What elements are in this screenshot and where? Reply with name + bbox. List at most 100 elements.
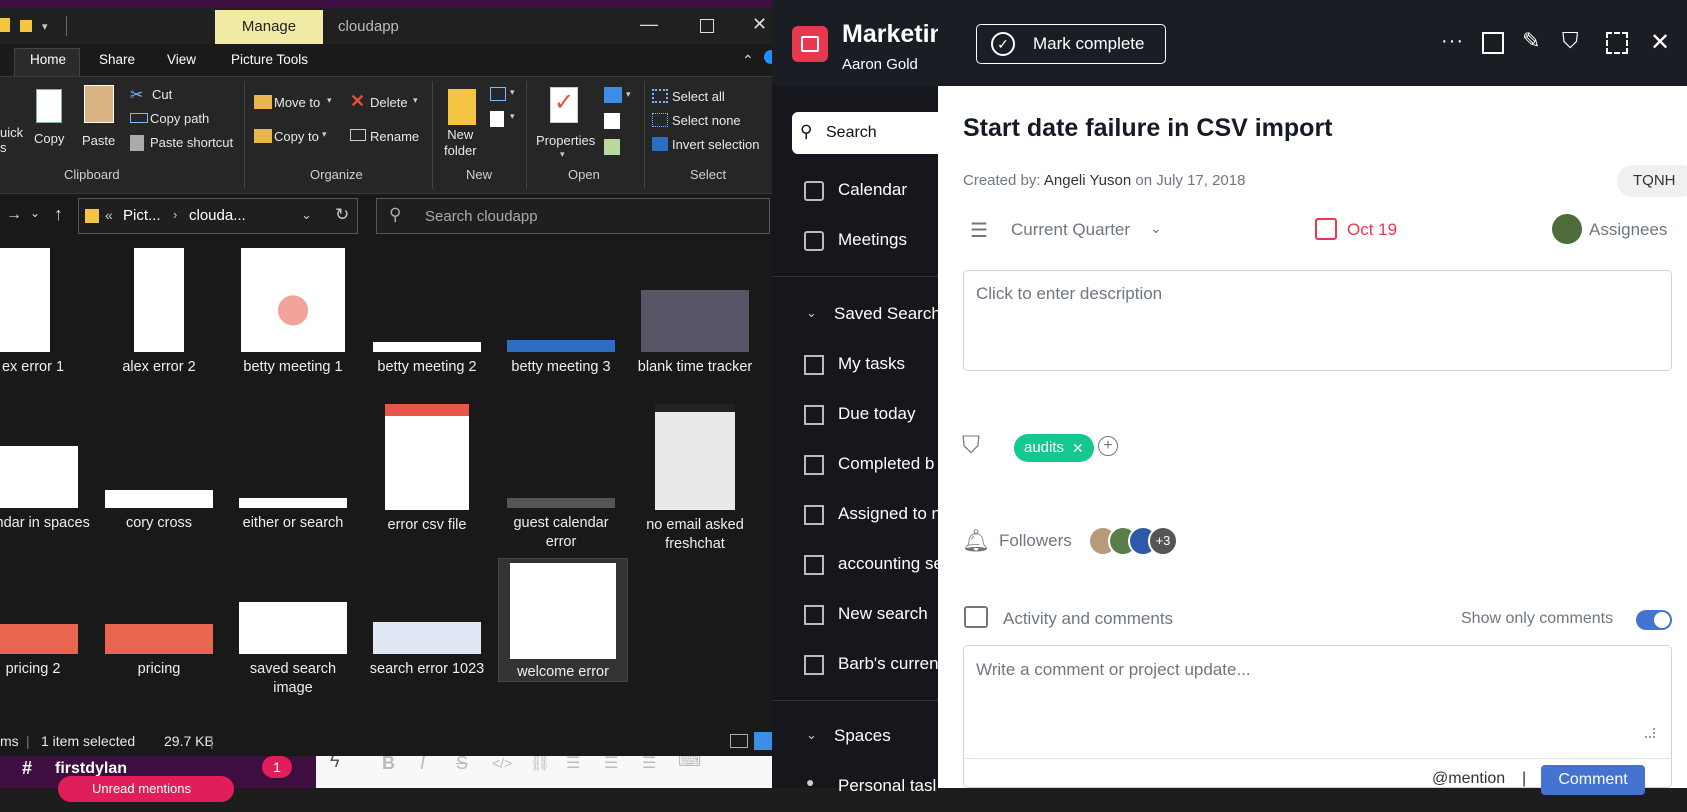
close-icon[interactable]: ✕	[752, 14, 767, 35]
file-item[interactable]: alex error 2	[96, 248, 222, 377]
saved-new-search[interactable]: New search	[772, 590, 938, 640]
spaces-header[interactable]: ⌄ Spaces	[772, 712, 938, 762]
file-item[interactable]: search error 1023	[364, 570, 490, 679]
tab-picture-tools[interactable]: Picture Tools	[231, 52, 308, 67]
assignees-button[interactable]: Assignees	[1589, 220, 1667, 240]
quick-folder-icon[interactable]	[20, 20, 32, 32]
copy-button[interactable]: Copy	[34, 131, 64, 146]
cut-icon[interactable]: ✂	[130, 85, 143, 105]
properties-icon[interactable]: ✓	[550, 87, 578, 123]
copy-path-button[interactable]: Copy path	[150, 111, 209, 126]
copy-icon[interactable]	[36, 89, 62, 123]
file-item[interactable]: error csv file	[364, 404, 490, 535]
fullscreen-icon[interactable]	[1606, 32, 1628, 54]
chevron-down-icon[interactable]: ▾	[42, 20, 48, 33]
quote-icon[interactable]: ☰	[642, 753, 656, 773]
cut-button[interactable]: Cut	[152, 87, 172, 102]
minimize-icon[interactable]: —	[640, 14, 658, 35]
close-pane-icon[interactable]: ✕	[1650, 28, 1670, 57]
new-item-icon[interactable]	[490, 87, 506, 101]
tab-view[interactable]: View	[167, 52, 196, 67]
paste-icon[interactable]	[84, 85, 114, 123]
maximize-icon[interactable]	[700, 19, 714, 33]
file-item[interactable]: cory cross	[96, 404, 222, 533]
tag-chip[interactable]: audits ✕	[1014, 434, 1094, 462]
mark-complete-button[interactable]: ✓ Mark complete	[976, 24, 1166, 64]
search-input[interactable]: ⚲ Search cloudapp	[376, 198, 770, 234]
select-all-button[interactable]: Select all	[672, 89, 725, 104]
project-title[interactable]: Marketin	[842, 20, 945, 49]
saved-completed[interactable]: Completed b	[772, 440, 938, 490]
file-item[interactable]: betty meeting 1	[230, 248, 356, 377]
rename-icon[interactable]	[350, 129, 366, 141]
move-to-button[interactable]: Move to	[274, 95, 320, 110]
nav-personal-tasks[interactable]: ● Personal tasl	[772, 762, 938, 812]
file-item[interactable]: ex error 1	[0, 248, 96, 377]
subtask-icon[interactable]	[1482, 32, 1504, 54]
paste-shortcut-button[interactable]: Paste shortcut	[150, 135, 233, 150]
created-name[interactable]: Angeli Yuson	[1044, 172, 1131, 189]
file-item[interactable]: alendar in spaces	[0, 404, 96, 533]
file-item[interactable]: either or search	[230, 404, 356, 533]
breadcrumb-cloudapp[interactable]: clouda...	[189, 207, 246, 224]
file-item[interactable]: pricing 2	[0, 570, 96, 679]
forward-arrow-icon[interactable]: →	[6, 206, 22, 224]
breadcrumb-more[interactable]: «	[105, 207, 113, 223]
attachment-icon[interactable]: ✎	[1522, 28, 1540, 54]
select-none-icon[interactable]	[652, 113, 668, 127]
bullets-icon[interactable]: ☰	[604, 753, 618, 773]
recent-chevron-icon[interactable]: ⌄	[30, 206, 40, 220]
chevron-down-icon[interactable]: ▾	[322, 129, 327, 140]
tags-icon[interactable]: ⛉	[1562, 28, 1579, 54]
link-icon[interactable]: ⛓	[530, 753, 550, 773]
file-item[interactable]: no email asked freshchat	[632, 404, 758, 554]
chevron-down-icon[interactable]: ▾	[560, 149, 565, 160]
unread-mentions-button[interactable]: Unread mentions	[58, 776, 234, 802]
manage-tab[interactable]: Manage	[215, 10, 323, 44]
chevron-down-icon[interactable]: ▾	[510, 111, 515, 122]
copy-to-icon[interactable]	[254, 129, 272, 143]
file-item[interactable]: betty meeting 2	[364, 248, 490, 377]
bold-icon[interactable]: B	[382, 753, 395, 774]
task-title[interactable]: Start date failure in CSV import	[963, 114, 1333, 143]
add-tag-icon[interactable]: +	[1098, 436, 1118, 456]
easy-access-icon[interactable]	[490, 111, 504, 127]
chevron-down-icon[interactable]: ▾	[413, 95, 418, 106]
select-none-button[interactable]: Select none	[672, 113, 741, 128]
remove-tag-icon[interactable]: ✕	[1072, 434, 1084, 462]
invert-selection-button[interactable]: Invert selection	[672, 137, 759, 152]
resize-handle-icon[interactable]	[1645, 728, 1655, 738]
paste-shortcut-icon[interactable]	[130, 135, 144, 151]
mention-button[interactable]: @mention	[1432, 770, 1505, 788]
copy-path-icon[interactable]	[130, 113, 148, 123]
large-icons-view-icon[interactable]	[754, 732, 772, 750]
file-item[interactable]: betty meeting 3	[498, 248, 624, 377]
saved-assigned[interactable]: Assigned to n	[772, 490, 941, 540]
saved-searches-header[interactable]: ⌄ Saved Searche	[772, 290, 950, 340]
file-item[interactable]: pricing	[96, 570, 222, 679]
nav-meetings[interactable]: Meetings	[772, 216, 938, 266]
due-date[interactable]: Oct 19	[1347, 220, 1397, 240]
new-folder-icon[interactable]	[448, 89, 476, 125]
comment-button[interactable]: Comment	[1541, 765, 1645, 795]
chevron-down-icon[interactable]: ⌄	[1150, 220, 1162, 237]
more-icon[interactable]: ···	[1441, 30, 1464, 53]
history-icon[interactable]	[604, 139, 620, 155]
file-item[interactable]: saved search image	[230, 570, 356, 698]
delete-button[interactable]: Delete	[370, 95, 408, 110]
saved-my-tasks[interactable]: My tasks	[772, 340, 938, 390]
tab-home-label[interactable]: Home	[30, 52, 66, 67]
collapse-ribbon-icon[interactable]: ⌃	[742, 52, 754, 69]
saved-barbs-current[interactable]: Barb's curren	[772, 640, 939, 690]
address-dropdown-icon[interactable]: ⌄	[301, 207, 312, 223]
code-icon[interactable]: </>	[492, 755, 512, 771]
file-item[interactable]: guest calendar error	[498, 404, 624, 552]
file-item-selected[interactable]: welcome error	[498, 558, 628, 682]
breadcrumb-pictures[interactable]: Pict...	[123, 207, 161, 224]
chevron-down-icon[interactable]: ▾	[510, 87, 515, 98]
strike-icon[interactable]: S	[456, 753, 468, 774]
edit-icon[interactable]	[604, 113, 620, 129]
open-icon[interactable]	[604, 87, 622, 103]
section-dropdown[interactable]: Current Quarter	[1011, 220, 1130, 240]
paste-button[interactable]: Paste	[82, 133, 115, 148]
